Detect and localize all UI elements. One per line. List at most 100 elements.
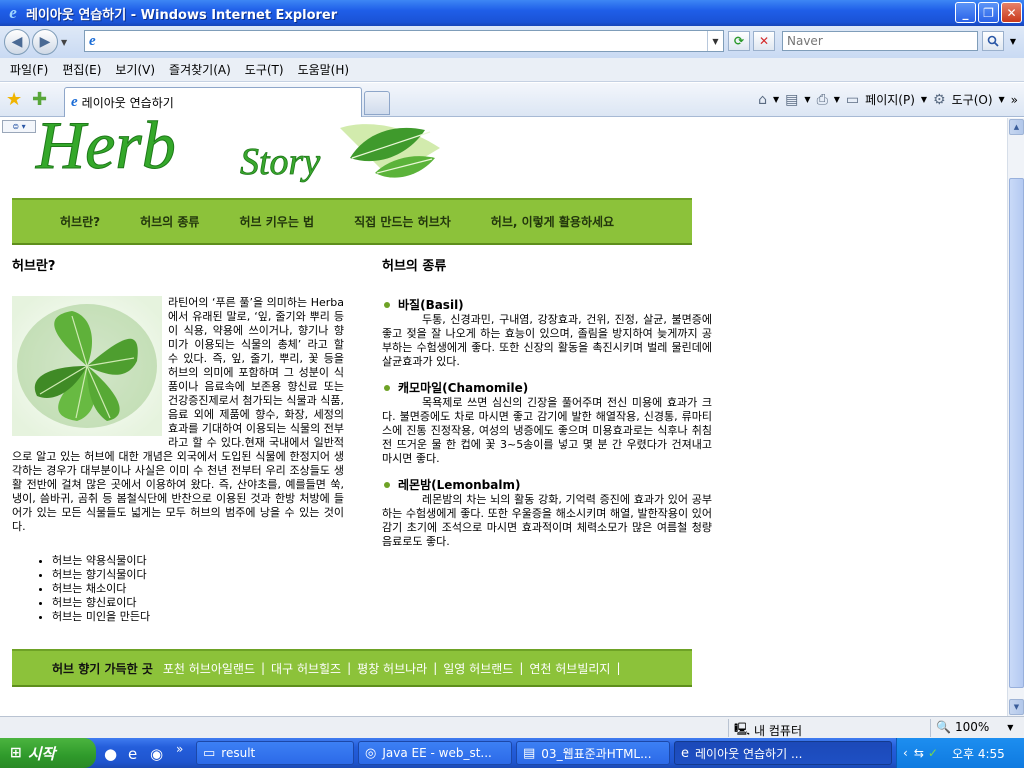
tray-expand-icon[interactable]: ‹ (903, 746, 908, 760)
herb-facts-list: 허브는 약용식물이다 허브는 향기식물이다 허브는 채소이다 허브는 향신료이다… (52, 554, 344, 624)
feeds-icon[interactable]: ▤ (785, 92, 798, 108)
right-column: 허브의 종류 바질(Basil) 두통, 신경과민, 구내염, 강장효과, 건위… (382, 255, 712, 559)
tools-menu[interactable]: 도구(O) (952, 91, 993, 108)
menu-help[interactable]: 도움말(H) (298, 61, 350, 78)
quicklaunch-more-icon[interactable]: » (176, 742, 183, 756)
start-button[interactable]: ⊞ 시작 (0, 738, 96, 768)
task-pdf[interactable]: ▤ 03_웹표준과HTML... (516, 741, 670, 765)
left-column: 허브란? 라틴어의 ‘푸른 풀’을 의미하는 Herba에서 유래된 말로, ‘… (12, 255, 344, 624)
window-title: 레이아웃 연습하기 - Windows Internet Explorer (26, 7, 338, 23)
task-label: 03_웹표준과HTML... (541, 746, 652, 761)
site-footer: 허브 향기 가득한 곳 포천 허브아일랜드 | 대구 허브힐즈 | 평창 허브나라 |… (12, 649, 692, 687)
task-result[interactable]: ▭ result (196, 741, 354, 765)
restore-button[interactable]: ❐ (978, 2, 999, 23)
list-item: 허브는 약용식물이다 (52, 554, 344, 568)
more-commands-icon[interactable]: » (1011, 93, 1018, 107)
print-icon[interactable]: ⎙ (817, 92, 828, 108)
feeds-dropdown-icon[interactable]: ▼ (804, 95, 810, 104)
close-button[interactable]: ✕ (1001, 2, 1022, 23)
nav-growing-herbs[interactable]: 허브 키우는 법 (239, 213, 314, 230)
folder-icon: ▭ (203, 745, 216, 761)
footer-separator: | (347, 661, 352, 675)
home-icon[interactable]: ⌂ (758, 92, 767, 108)
logo-herb-text: Herb (35, 118, 176, 183)
back-button[interactable]: ◀ (4, 29, 30, 55)
nav-herb-types[interactable]: 허브의 종류 (140, 213, 199, 230)
task-label: 레이아웃 연습하기 ... (695, 746, 803, 761)
ie-task-icon: e (681, 745, 689, 761)
page-dropdown-icon[interactable]: ▼ (921, 95, 927, 104)
left-heading: 허브란? (12, 259, 56, 274)
menu-view[interactable]: 보기(V) (115, 61, 155, 78)
scroll-down-button[interactable]: ▼ (1009, 699, 1024, 715)
search-icon (987, 35, 999, 47)
tools-dropdown-icon[interactable]: ▼ (999, 95, 1005, 104)
herb-desc: 목욕제로 쓰면 심신의 긴장을 풀어주며 전신 미용에 효과가 크다. 불면증에… (382, 396, 712, 465)
menu-tools[interactable]: 도구(T) (245, 61, 284, 78)
logo-story-text: Story (240, 141, 320, 183)
nav-herb-usage[interactable]: 허브, 이렇게 활용하세요 (491, 213, 614, 230)
list-item: 허브는 향기식물이다 (52, 568, 344, 582)
tray-app-icon[interactable]: ✓ (928, 746, 938, 760)
vertical-scrollbar[interactable]: ▲ ▼ (1007, 118, 1024, 716)
herb-item-chamomile: 캐모마일(Chamomile) 목욕제로 쓰면 심신의 긴장을 풀어주며 전신 … (382, 379, 712, 466)
scroll-thumb[interactable] (1009, 178, 1024, 688)
minimize-button[interactable]: _ (955, 2, 976, 23)
window-titlebar: e 레이아웃 연습하기 - Windows Internet Explorer … (0, 0, 1024, 26)
herb-item-basil: 바질(Basil) 두통, 신경과민, 구내염, 강장효과, 건위, 진정, 살… (382, 296, 712, 369)
nav-herb-tea[interactable]: 직접 만드는 허브차 (354, 213, 451, 230)
task-label: result (221, 746, 256, 760)
page-viewport: ⊜ ▾ Herb Story 허브란? 허브의 종류 허브 키우는 법 직접 만… (0, 118, 1007, 716)
herb-item-lemonbalm: 레몬밤(Lemonbalm) 레몬밤의 차는 뇌의 활동 강화, 기억력 증진에… (382, 476, 712, 549)
search-button[interactable] (982, 31, 1004, 51)
search-options-dropdown-icon[interactable]: ▼ (1006, 31, 1020, 51)
address-dropdown-icon[interactable]: ▼ (707, 31, 723, 51)
footer-separator: | (433, 661, 438, 675)
footer-link-daegu[interactable]: 대구 허브힐즈 (271, 660, 341, 677)
footer-link-yeoncheon[interactable]: 연천 허브빌리지 (529, 660, 610, 677)
herb-name: 레몬밤(Lemonbalm) (398, 478, 521, 492)
footer-separator: | (261, 661, 266, 675)
search-input[interactable] (787, 32, 977, 50)
tray-network-icon[interactable]: ⇆ (914, 746, 924, 760)
media-icon[interactable]: ◉ (150, 745, 163, 763)
clock: 오후 4:55 (951, 746, 1005, 761)
stop-button[interactable]: ✕ (753, 31, 775, 51)
window-controls: _ ❐ ✕ (955, 2, 1022, 23)
nav-what-is-herb[interactable]: 허브란? (60, 213, 100, 230)
refresh-button[interactable]: ⟳ (728, 31, 750, 51)
firefox-icon[interactable]: ● (104, 745, 117, 763)
herb-story-logo: Herb Story (35, 118, 440, 184)
site-nav: 허브란? 허브의 종류 허브 키우는 법 직접 만드는 허브차 허브, 이렇게 … (12, 198, 692, 245)
herb-desc: 두통, 신경과민, 구내염, 강장효과, 건위, 진정, 살균, 불면증에 좋고… (382, 313, 712, 368)
list-item: 허브는 미인을 만든다 (52, 610, 344, 624)
zoom-dropdown-icon[interactable]: ▼ (1007, 723, 1013, 732)
status-divider (930, 719, 931, 737)
history-dropdown-icon[interactable]: ▼ (61, 38, 67, 47)
new-tab-button[interactable] (364, 91, 390, 115)
url-input[interactable] (99, 32, 707, 50)
list-item: 허브는 채소이다 (52, 582, 344, 596)
menu-file[interactable]: 파일(F) (10, 61, 48, 78)
ie-quicklaunch-icon[interactable]: e (128, 745, 137, 763)
footer-link-pyeongchang[interactable]: 평창 허브나라 (357, 660, 427, 677)
forward-button[interactable]: ▶ (32, 29, 58, 55)
tab-active[interactable]: e 레이아웃 연습하기 (64, 87, 362, 117)
menu-edit[interactable]: 편집(E) (62, 61, 101, 78)
bullet-icon (384, 481, 390, 488)
eclipse-icon: ◎ (365, 745, 377, 761)
zoom-icon: 🔍 (936, 720, 951, 734)
favorites-star-icon[interactable]: ★ (6, 89, 22, 110)
menu-favorites[interactable]: 즐겨찾기(A) (169, 61, 231, 78)
page-menu[interactable]: 페이지(P) (865, 91, 915, 108)
home-dropdown-icon[interactable]: ▼ (773, 95, 779, 104)
add-favorites-icon[interactable]: ✚ (32, 89, 47, 110)
zoom-control[interactable]: 🔍 100% ▼ (936, 720, 1013, 734)
print-dropdown-icon[interactable]: ▼ (834, 95, 840, 104)
footer-link-pocheon[interactable]: 포천 허브아일랜드 (163, 660, 255, 677)
task-ie-active[interactable]: e 레이아웃 연습하기 ... (674, 741, 892, 765)
scroll-up-button[interactable]: ▲ (1009, 119, 1024, 135)
list-item: 허브는 향신료이다 (52, 596, 344, 610)
task-java-ee[interactable]: ◎ Java EE - web_st... (358, 741, 512, 765)
footer-link-ilyeong[interactable]: 일영 허브랜드 (443, 660, 513, 677)
